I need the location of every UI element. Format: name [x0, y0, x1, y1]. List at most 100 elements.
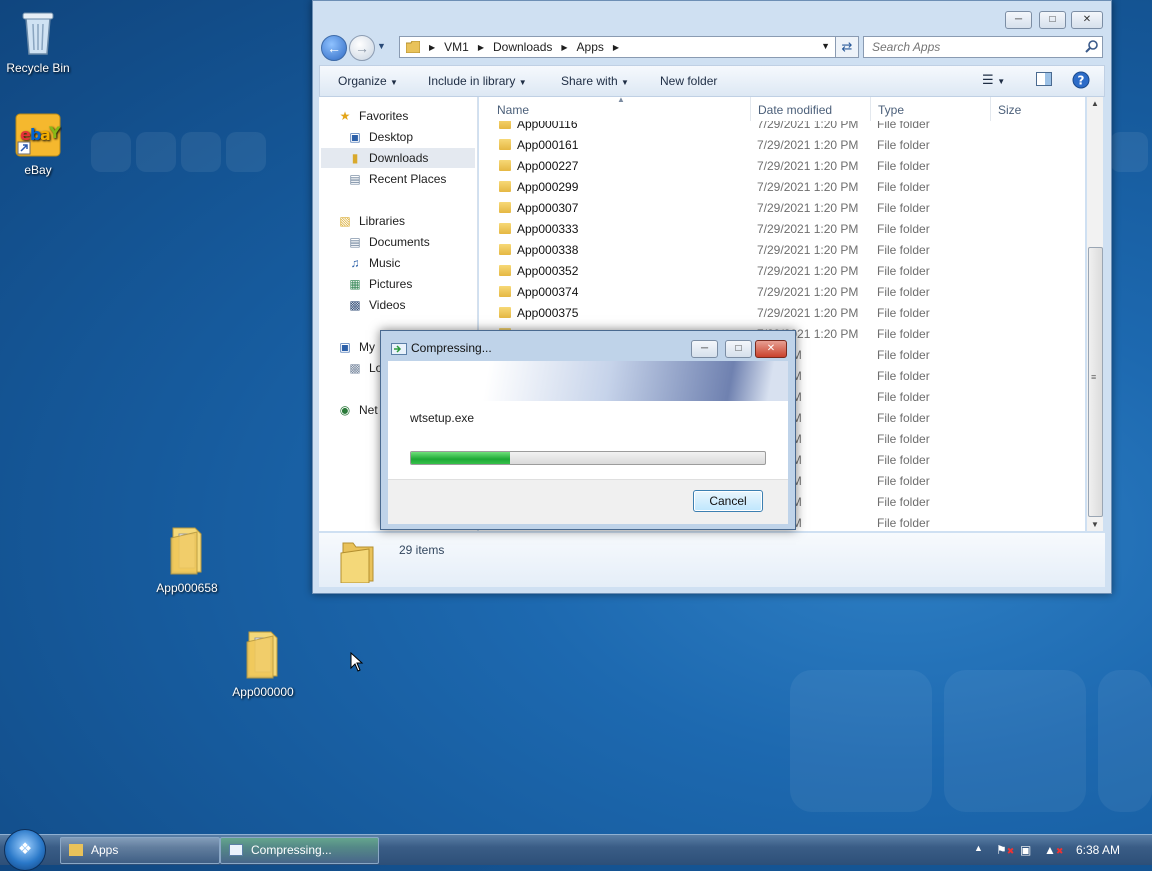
- mouse-cursor-icon: [350, 652, 364, 672]
- help-icon[interactable]: ?: [1072, 71, 1090, 92]
- row-name: App000227: [517, 159, 579, 173]
- row-name: App000299: [517, 180, 579, 194]
- minimize-button[interactable]: ─: [1005, 11, 1032, 29]
- compressing-dialog: Compressing... ─ □ ✕ wtsetup.exe Cancel: [380, 330, 796, 530]
- row-type: File folder: [877, 285, 930, 299]
- column-date-modified[interactable]: Date modified: [758, 103, 832, 117]
- current-file: wtsetup.exe: [410, 411, 475, 425]
- forward-button[interactable]: →: [349, 35, 375, 61]
- preview-pane-icon[interactable]: [1036, 72, 1052, 89]
- new-folder-button[interactable]: New folder: [660, 74, 717, 88]
- column-divider[interactable]: [990, 97, 991, 121]
- change-view-icon[interactable]: ☰ ▼: [982, 72, 1005, 88]
- folder-icon: [499, 160, 511, 171]
- nav-network[interactable]: ◉ Net: [337, 400, 378, 420]
- table-row[interactable]: App000299 7/29/2021 1:20 PM File folder: [479, 177, 1085, 198]
- dialog-banner: [388, 361, 788, 401]
- vertical-scrollbar[interactable]: ▲ ≡ ▼: [1087, 97, 1103, 531]
- table-row[interactable]: App000161 7/29/2021 1:20 PM File folder: [479, 135, 1085, 156]
- row-type: File folder: [877, 432, 930, 446]
- desktop-icon-label: eBay: [24, 163, 52, 177]
- title-bar: ─ □ ✕: [313, 1, 1111, 31]
- search-box[interactable]: [863, 36, 1103, 58]
- network-tray-icon[interactable]: ▣: [1020, 843, 1031, 857]
- search-icon[interactable]: [1085, 40, 1098, 53]
- nav-videos[interactable]: ▩ Videos: [347, 295, 405, 315]
- address-bar[interactable]: ▶ VM1 ▶ Downloads ▶ Apps ▶ ▼: [399, 36, 837, 58]
- desktop-decoration: [944, 670, 1086, 812]
- taskbar-item-compressing[interactable]: Compressing...: [220, 837, 379, 864]
- network-icon: ◉: [339, 403, 351, 417]
- desktop-icon-recycle-bin[interactable]: Recycle Bin: [0, 8, 83, 75]
- table-row[interactable]: App000333 7/29/2021 1:20 PM File folder: [479, 219, 1085, 240]
- scroll-up-icon[interactable]: ▲: [1091, 99, 1099, 108]
- table-row[interactable]: App000338 7/29/2021 1:20 PM File folder: [479, 240, 1085, 261]
- nav-pictures[interactable]: ▦ Pictures: [347, 274, 412, 294]
- nav-desktop[interactable]: ▣ Desktop: [347, 127, 413, 147]
- back-button[interactable]: ←: [321, 35, 347, 61]
- share-with-button[interactable]: Share with ▼: [561, 74, 629, 88]
- clock[interactable]: 6:38 AM: [1076, 843, 1120, 857]
- address-dropdown-icon[interactable]: ▼: [821, 41, 830, 51]
- nav-downloads[interactable]: ▮ Downloads: [321, 148, 475, 168]
- refresh-button[interactable]: ⇄: [835, 36, 859, 58]
- breadcrumb-item[interactable]: Apps: [577, 40, 604, 54]
- organize-button[interactable]: Organize ▼: [338, 74, 398, 88]
- column-divider[interactable]: [870, 97, 871, 121]
- show-hidden-icons-icon[interactable]: ▲: [974, 843, 983, 853]
- dialog-maximize-button[interactable]: □: [725, 340, 752, 358]
- desktop-icon-ebay[interactable]: e b a Y eBay: [0, 112, 83, 177]
- column-divider[interactable]: [750, 97, 751, 121]
- column-type[interactable]: Type: [878, 103, 904, 117]
- table-row[interactable]: App000352 7/29/2021 1:20 PM File folder: [479, 261, 1085, 282]
- nav-computer[interactable]: ▣ My: [337, 337, 375, 357]
- start-button[interactable]: ❖: [4, 829, 46, 871]
- row-type: File folder: [877, 411, 930, 425]
- column-size[interactable]: Size: [998, 103, 1021, 117]
- cancel-button[interactable]: Cancel: [693, 490, 763, 512]
- desktop-icon-label: App000000: [232, 685, 294, 699]
- taskbar-item-apps[interactable]: Apps: [60, 837, 220, 864]
- nav-recent-places[interactable]: ▤ Recent Places: [347, 169, 446, 189]
- command-bar: Organize ▼ Include in library ▼ Share wi…: [319, 65, 1105, 97]
- table-row[interactable]: App000307 7/29/2021 1:20 PM File folder: [479, 198, 1085, 219]
- nav-documents[interactable]: ▤ Documents: [347, 232, 429, 252]
- desktop-icon-app000658[interactable]: App000658: [142, 524, 232, 595]
- maximize-button[interactable]: □: [1039, 11, 1066, 29]
- scrollbar-thumb[interactable]: ≡: [1088, 247, 1103, 517]
- close-button[interactable]: ✕: [1071, 11, 1103, 29]
- column-name[interactable]: Name: [497, 103, 529, 117]
- row-date-modified: 7/29/2021 1:20 PM: [757, 138, 859, 152]
- documents-icon: ▤: [349, 235, 361, 249]
- libraries-icon: ▧: [339, 214, 351, 228]
- folder-icon: [499, 286, 511, 297]
- row-name: App000116: [517, 121, 578, 131]
- table-row[interactable]: App000227 7/29/2021 1:20 PM File folder: [479, 156, 1085, 177]
- nav-libraries[interactable]: ▧ Libraries: [337, 211, 405, 231]
- folder-icon: [69, 844, 83, 856]
- breadcrumb-item[interactable]: VM1: [444, 40, 469, 54]
- pictures-icon: ▦: [349, 277, 361, 291]
- table-row[interactable]: App000375 7/29/2021 1:20 PM File folder: [479, 303, 1085, 324]
- row-type: File folder: [877, 243, 930, 257]
- dialog-minimize-button[interactable]: ─: [691, 340, 718, 358]
- recent-pages-dropdown-icon[interactable]: ▼: [377, 41, 386, 51]
- table-row[interactable]: App000116 7/29/2021 1:20 PM File folder: [479, 121, 1085, 135]
- search-input[interactable]: [870, 39, 1074, 55]
- breadcrumb-item[interactable]: Downloads: [493, 40, 552, 54]
- nav-favorites[interactable]: ★ Favorites: [337, 106, 409, 126]
- dialog-body: wtsetup.exe: [388, 401, 788, 479]
- dialog-close-button[interactable]: ✕: [755, 340, 787, 358]
- row-date-modified: 7/29/2021 1:20 PM: [757, 159, 859, 173]
- action-center-icon[interactable]: ⚑✖: [996, 843, 1014, 857]
- folder-icon: [340, 542, 374, 583]
- sort-ascending-icon: ▲: [617, 97, 625, 104]
- scroll-down-icon[interactable]: ▼: [1091, 520, 1099, 529]
- nav-music[interactable]: ♫ Music: [347, 253, 401, 273]
- row-name: App000352: [517, 264, 579, 278]
- volume-muted-icon[interactable]: ▲✖: [1044, 843, 1063, 857]
- desktop-icon-app000000[interactable]: App000000: [218, 628, 308, 699]
- table-row[interactable]: App000374 7/29/2021 1:20 PM File folder: [479, 282, 1085, 303]
- nav-local-disk[interactable]: ▩ Lo: [347, 358, 382, 378]
- include-in-library-button[interactable]: Include in library ▼: [428, 74, 527, 88]
